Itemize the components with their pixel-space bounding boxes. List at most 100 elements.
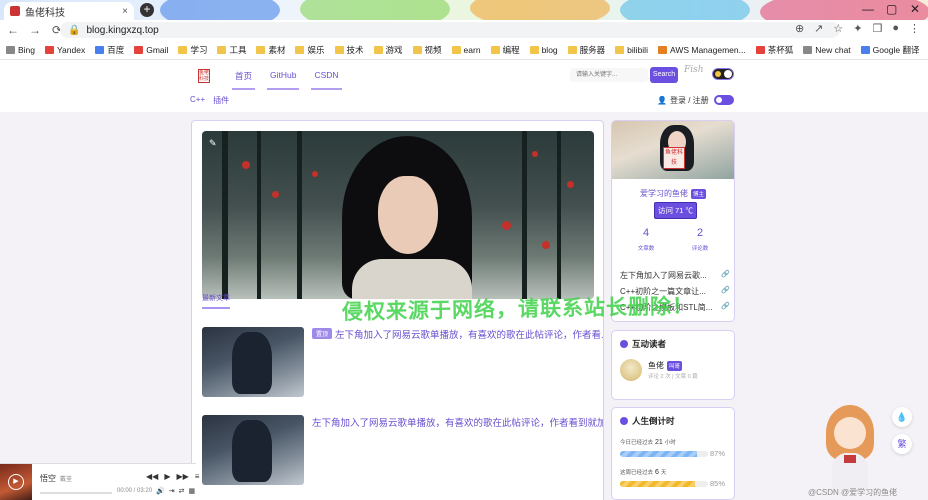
post-thumbnail[interactable] — [202, 327, 304, 397]
bookmark-item[interactable]: bilibili — [615, 45, 648, 55]
tab-close-icon[interactable]: × — [122, 6, 128, 17]
minimize-button[interactable]: — — [862, 2, 874, 16]
owner-badge: 博主 — [691, 188, 707, 199]
new-tab-button[interactable]: + — [140, 3, 154, 17]
site-favicon-icon — [10, 6, 20, 16]
stat-articles[interactable]: 4 文章数 — [626, 227, 666, 253]
leaf-decoration — [542, 241, 550, 249]
music-player: ▶ 悟空 戴荃 ◀◀ ▶ ▶▶ ≡ 00:00 / 03:20 🔊 ⇥ ⇄ ▦ — [0, 463, 199, 500]
search-button[interactable]: Search — [650, 67, 678, 83]
post-item[interactable]: 左下角加入了网易云歌单播放，有喜欢的歌在此帖评论，作者看到就加 — [202, 415, 603, 485]
nav-github[interactable]: GitHub — [267, 68, 300, 90]
visit-count: 访问 71 ℃ — [654, 202, 698, 219]
subnav-item-plugins[interactable]: 插件 — [213, 95, 229, 106]
browser-tab[interactable]: 鱼佬科技 × — [4, 2, 134, 20]
leaf-decoration — [502, 221, 511, 230]
bookmark-item[interactable]: 服务器 — [567, 44, 606, 56]
shuffle-icon[interactable]: ⇄ — [179, 487, 185, 495]
post-item[interactable]: 置顶 左下角加入了网易云歌单播放，有喜欢的歌在此帖评论，作者看... — [202, 327, 603, 397]
search-input[interactable] — [570, 68, 648, 82]
bookmark-label: blog — [541, 44, 558, 55]
bookmark-item[interactable]: New chat — [803, 45, 851, 55]
traditional-chinese-button[interactable]: 繁 — [892, 434, 912, 454]
recent-post-item[interactable]: 左下角加入了网易云歌... 🔗 — [620, 270, 730, 281]
bookmark-item[interactable]: 百度 — [95, 44, 124, 56]
folder-icon — [529, 45, 539, 54]
folder-icon — [451, 45, 461, 54]
users-icon — [620, 340, 628, 348]
bookmark-item[interactable]: 学习 — [178, 44, 207, 56]
toolbar-icon[interactable]: ↗ — [814, 22, 823, 35]
countdown-title: 人生倒计时 — [632, 416, 675, 426]
bookmark-item[interactable]: Bing — [6, 45, 35, 55]
cup-icon — [755, 45, 765, 54]
folder-icon — [615, 45, 625, 54]
subnav-item-cpp[interactable]: C++ — [190, 95, 205, 106]
toolbar-icon[interactable]: ☆ — [833, 22, 843, 35]
post-title[interactable]: 左下角加入了网易云歌单播放，有喜欢的歌在此帖评论，作者看到就加 — [312, 415, 603, 429]
progress-track[interactable] — [40, 492, 112, 494]
bookmark-item[interactable]: 视频 — [412, 44, 442, 56]
next-icon[interactable]: ▶▶ — [176, 472, 188, 481]
volume-icon[interactable]: 🔊 — [156, 487, 165, 495]
bookmark-item[interactable]: 娱乐 — [295, 44, 325, 56]
progress-percent: 85% — [710, 479, 726, 488]
forward-icon[interactable]: → — [28, 23, 42, 37]
play-pause-icon[interactable]: ▶ — [164, 472, 170, 481]
bookmark-item[interactable]: earn — [451, 45, 481, 55]
login-link[interactable]: 👤 登录 / 注册 — [657, 95, 709, 106]
address-bar[interactable]: 🔒 blog.kingxzq.top — [60, 22, 840, 38]
play-icon[interactable]: ▶ — [8, 474, 24, 490]
pinned-badge: 置顶 — [312, 328, 333, 339]
bookmark-item[interactable]: 技术 — [334, 44, 364, 56]
toolbar-icon[interactable]: ✦ — [853, 22, 862, 35]
bookmark-item[interactable]: blog — [529, 44, 558, 55]
toolbar-icon[interactable]: ⋮ — [909, 22, 920, 35]
nav-home[interactable]: 首页 — [232, 68, 256, 90]
bookmark-item[interactable]: Yandex — [45, 45, 85, 55]
hero-banner-image[interactable]: ✎ — [202, 131, 594, 299]
playlist-icon[interactable]: ≡ — [195, 472, 200, 481]
lock-icon: 🔒 — [68, 24, 81, 36]
site-logo[interactable]: 鱼佬科技 — [198, 69, 210, 83]
previous-icon[interactable]: ◀◀ — [146, 472, 158, 481]
bookmark-label: 素材 — [268, 44, 286, 55]
reader-name[interactable]: 鱼佬 — [648, 360, 664, 371]
leaf-decoration — [242, 161, 250, 169]
mascot-illustration[interactable] — [820, 405, 880, 500]
latest-articles-label[interactable]: 最新文章 — [202, 293, 230, 309]
reader-avatar[interactable] — [620, 359, 642, 381]
song-info: 悟空 戴荃 — [40, 473, 72, 484]
web-page: 鱼佬科技 首页 GitHub CSDN Search Fish C++ 插件 👤… — [0, 60, 928, 500]
loop-icon[interactable]: ⇥ — [169, 487, 175, 495]
search-icon — [6, 45, 15, 54]
bookmark-item[interactable]: 编程 — [490, 44, 520, 56]
bookmark-label: 服务器 — [579, 44, 606, 55]
back-icon[interactable]: ← — [6, 23, 20, 37]
bookmark-item[interactable]: Gmail — [134, 45, 168, 55]
maximize-button[interactable]: ▢ — [886, 2, 897, 16]
water-drop-icon[interactable]: 💧 — [892, 407, 912, 427]
link-icon: 🔗 — [721, 303, 730, 310]
bookmark-item[interactable]: AWS Managemen... — [657, 45, 746, 55]
player-controls: ◀◀ ▶ ▶▶ ≡ — [146, 472, 199, 481]
lyrics-icon[interactable]: ▦ — [188, 487, 195, 495]
post-thumbnail[interactable] — [202, 415, 304, 485]
bookmark-item[interactable]: 素材 — [256, 44, 285, 56]
bookmark-item[interactable]: 茶杯狐 — [755, 44, 793, 56]
bookmark-item[interactable]: 游戏 — [373, 44, 403, 56]
avatar[interactable]: 鱼佬科技 — [663, 147, 685, 169]
leaf-decoration — [532, 151, 538, 157]
post-title[interactable]: 左下角加入了网易云歌单播放，有喜欢的歌在此帖评论，作者看... — [335, 327, 603, 341]
close-window-button[interactable]: ✕ — [910, 2, 920, 16]
bookmark-item[interactable]: 工具 — [217, 44, 246, 56]
play-time: 00:00 / 03:20 — [117, 488, 153, 494]
toolbar-icon[interactable]: ⊕ — [795, 22, 804, 35]
bookmark-item[interactable]: Google 翻译 — [860, 44, 919, 56]
toolbar-icon[interactable]: ❒ — [872, 22, 882, 35]
dark-mode-toggle[interactable] — [712, 68, 734, 80]
stat-comments[interactable]: 2 评论数 — [680, 227, 720, 253]
nav-csdn[interactable]: CSDN — [311, 68, 342, 90]
mode-toggle[interactable] — [714, 95, 734, 105]
toolbar-icon[interactable]: ● — [892, 22, 899, 35]
